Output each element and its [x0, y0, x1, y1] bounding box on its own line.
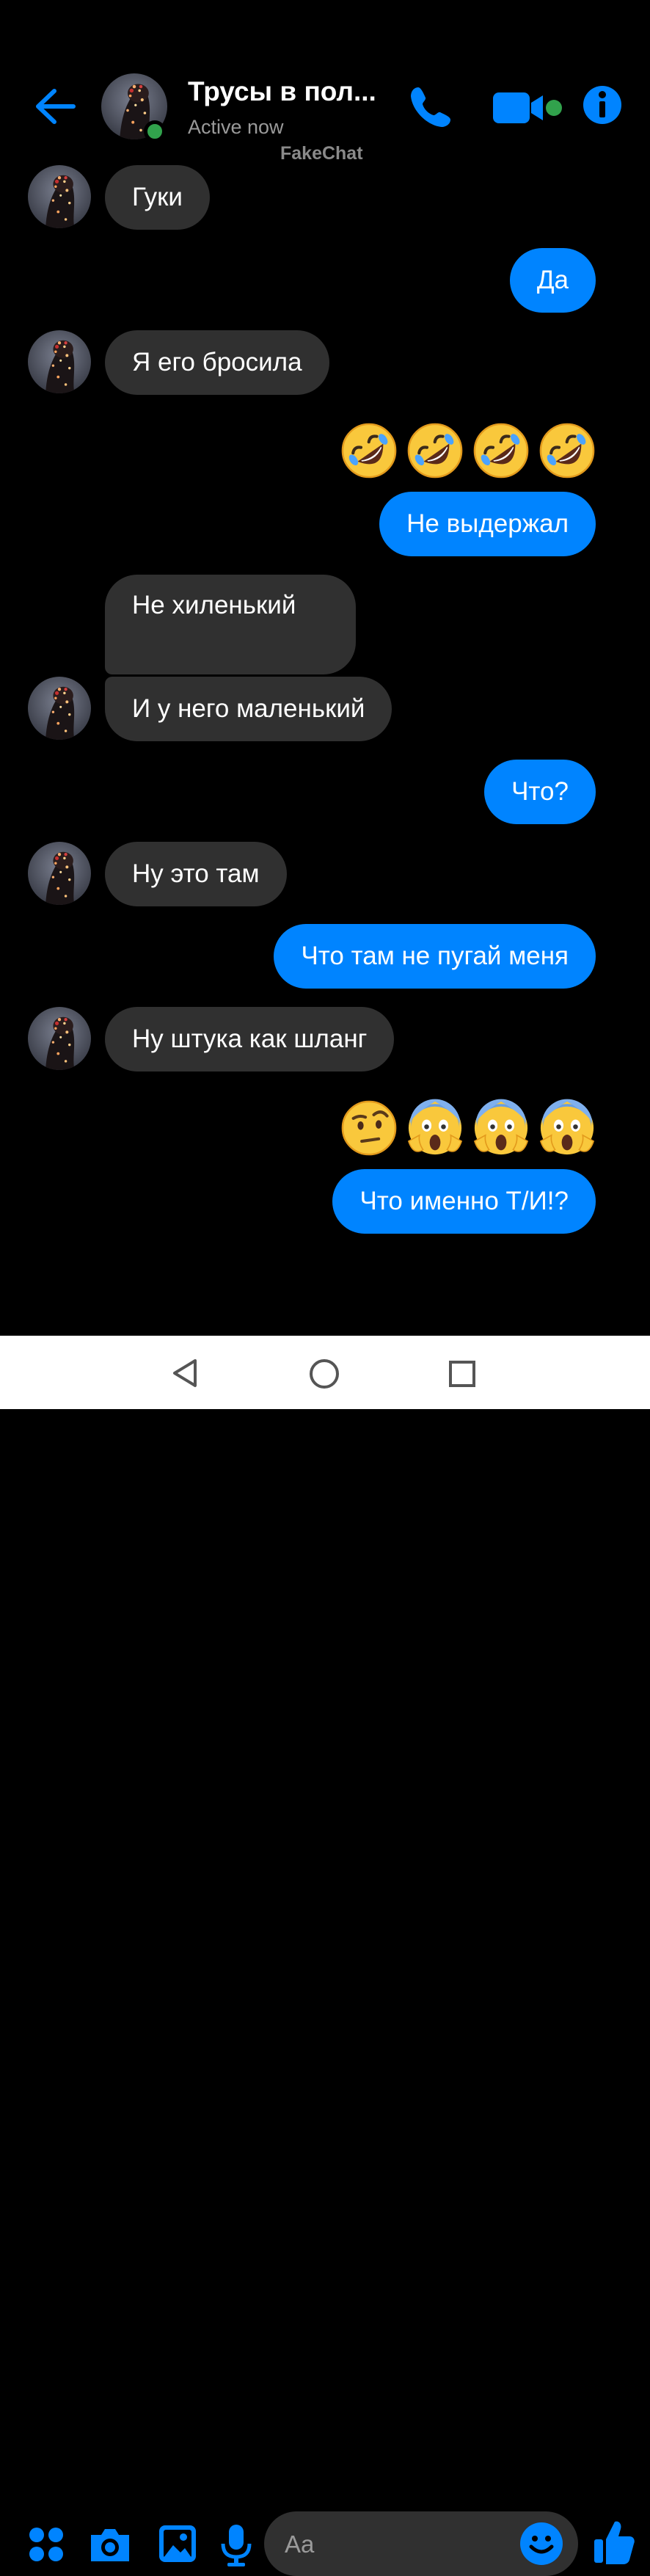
outgoing-message[interactable]: Да: [509, 248, 596, 313]
apps-icon[interactable]: [28, 2526, 65, 2563]
gallery-icon[interactable]: [157, 2523, 198, 2564]
active-status: Active now: [188, 116, 284, 138]
mic-icon[interactable]: [220, 2523, 252, 2567]
back-arrow-icon[interactable]: [34, 87, 76, 126]
video-icon[interactable]: [492, 90, 550, 126]
sender-avatar[interactable]: [28, 842, 91, 905]
smile-icon[interactable]: [519, 2522, 563, 2566]
incoming-message[interactable]: Ну штука как шланг: [105, 1007, 395, 1071]
outgoing-message[interactable]: Не выдержал: [379, 492, 596, 556]
rolling-laughing-emoji: [471, 421, 531, 481]
contact-name[interactable]: Трусы в пол...: [188, 76, 376, 107]
thumbs-up-icon[interactable]: [593, 2519, 635, 2566]
phone-icon[interactable]: [408, 84, 453, 130]
info-icon[interactable]: [583, 85, 622, 125]
incoming-message[interactable]: Не хиленький: [105, 575, 356, 674]
raised-eyebrow-emoji: [339, 1098, 399, 1158]
incoming-message[interactable]: Ну это там: [105, 842, 287, 906]
watermark: FakeChat: [280, 143, 363, 164]
outgoing-message[interactable]: Что именно Т/И!?: [332, 1169, 596, 1234]
sender-avatar[interactable]: [28, 677, 91, 740]
sender-avatar[interactable]: [28, 1007, 91, 1070]
nav-back-icon[interactable]: [170, 1358, 200, 1389]
incoming-message[interactable]: Я его бросила: [105, 330, 329, 395]
chat-header: Трусы в пол... Active now FakeChat: [0, 0, 650, 164]
rolling-laughing-emoji: [339, 421, 399, 481]
incoming-message[interactable]: Гуки: [105, 165, 210, 230]
outgoing-message[interactable]: Что?: [484, 760, 596, 824]
message-input-placeholder: Aa: [285, 2530, 315, 2558]
screaming-fear-emoji: [537, 1098, 597, 1158]
rolling-laughing-emoji: [405, 421, 465, 481]
incoming-message[interactable]: И у него маленький: [105, 677, 392, 741]
nav-recents-icon[interactable]: [448, 1359, 477, 1389]
nav-home-icon[interactable]: [308, 1358, 340, 1390]
sender-avatar[interactable]: [28, 330, 91, 393]
rolling-laughing-emoji: [537, 421, 597, 481]
screaming-fear-emoji: [405, 1098, 465, 1158]
online-indicator: [144, 120, 166, 142]
screaming-fear-emoji: [471, 1098, 531, 1158]
composer-bar: Aa: [0, 1248, 650, 2576]
video-online-dot: [546, 100, 562, 116]
system-nav-bar: [0, 1336, 650, 1409]
camera-icon[interactable]: [88, 2525, 132, 2564]
outgoing-message[interactable]: Что там не пугай меня: [274, 924, 596, 989]
sender-avatar[interactable]: [28, 165, 91, 228]
